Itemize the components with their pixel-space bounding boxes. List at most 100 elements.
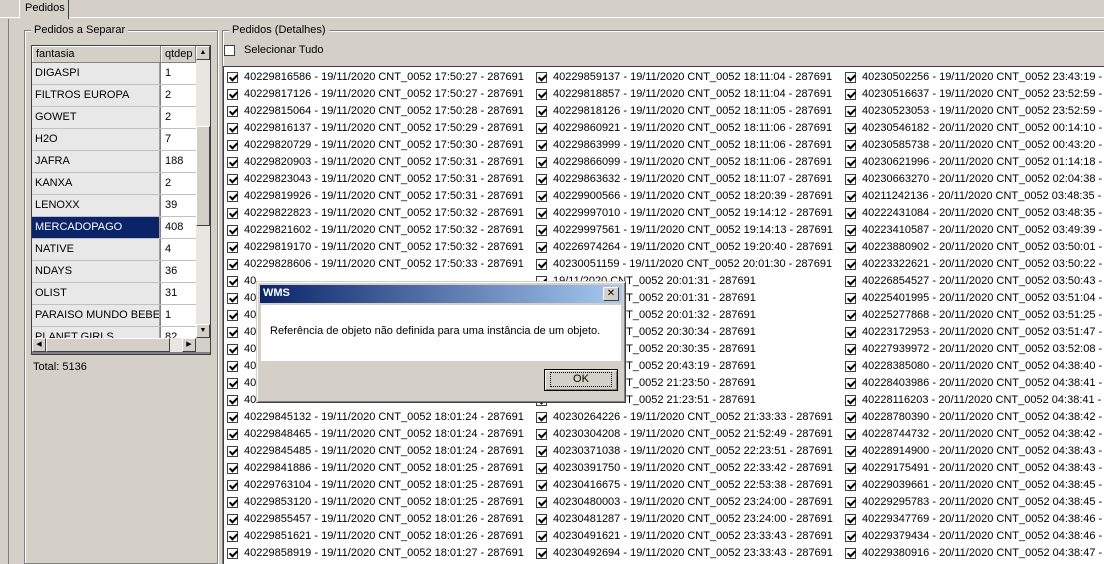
- checked-checkbox-icon[interactable]: [845, 276, 856, 287]
- checked-checkbox-icon[interactable]: [227, 72, 238, 83]
- checked-checkbox-icon[interactable]: [227, 140, 238, 151]
- horizontal-scrollbar[interactable]: ◀ ▶: [32, 338, 196, 352]
- checked-checkbox-icon[interactable]: [845, 259, 856, 270]
- cell-fantasia[interactable]: MERCADOPAGO: [32, 217, 160, 238]
- select-all-checkbox[interactable]: Selecionar Tudo: [224, 44, 324, 56]
- cell-qtd[interactable]: 4: [161, 239, 196, 260]
- cell-fantasia[interactable]: KANXA: [32, 173, 160, 194]
- checked-checkbox-icon[interactable]: [536, 140, 547, 151]
- checked-checkbox-icon[interactable]: [227, 497, 238, 508]
- tab-pedidos[interactable]: Pedidos: [19, 0, 69, 19]
- checked-checkbox-icon[interactable]: [227, 208, 238, 219]
- checked-checkbox-icon[interactable]: [227, 225, 238, 236]
- checked-checkbox-icon[interactable]: [536, 72, 547, 83]
- checked-checkbox-icon[interactable]: [536, 446, 547, 457]
- checked-checkbox-icon[interactable]: [227, 191, 238, 202]
- checked-checkbox-icon[interactable]: [227, 327, 238, 338]
- cell-fantasia[interactable]: H2O: [32, 129, 160, 150]
- checked-checkbox-icon[interactable]: [845, 208, 856, 219]
- cell-qtd[interactable]: 188: [161, 151, 196, 172]
- column-header-qtd[interactable]: qtdep: [161, 46, 196, 63]
- checked-checkbox-icon[interactable]: [227, 412, 238, 423]
- cell-qtd[interactable]: 31: [161, 283, 196, 304]
- checked-checkbox-icon[interactable]: [845, 106, 856, 117]
- checked-checkbox-icon[interactable]: [845, 310, 856, 321]
- cell-qtd[interactable]: 7: [161, 129, 196, 150]
- grid-row[interactable]: NATIVE 4: [32, 239, 196, 261]
- grid-row[interactable]: OLIST 31: [32, 283, 196, 305]
- grid-row[interactable]: NDAYS 36: [32, 261, 196, 283]
- cell-qtd[interactable]: 1: [161, 305, 196, 326]
- scroll-left-icon[interactable]: ◀: [32, 338, 46, 352]
- checked-checkbox-icon[interactable]: [227, 480, 238, 491]
- cell-fantasia[interactable]: NATIVE: [32, 239, 160, 260]
- checked-checkbox-icon[interactable]: [227, 89, 238, 100]
- cell-fantasia[interactable]: DIGASPI: [32, 63, 160, 84]
- checked-checkbox-icon[interactable]: [536, 174, 547, 185]
- checked-checkbox-icon[interactable]: [845, 497, 856, 508]
- close-icon[interactable]: ✕: [603, 287, 619, 301]
- checkbox-box[interactable]: [224, 44, 235, 56]
- ok-button[interactable]: OK: [544, 369, 618, 391]
- checked-checkbox-icon[interactable]: [536, 412, 547, 423]
- grid-row[interactable]: PARAISO MUNDO BEBE 1: [32, 305, 196, 327]
- cell-fantasia[interactable]: LENOXX: [32, 195, 160, 216]
- checked-checkbox-icon[interactable]: [536, 242, 547, 253]
- scroll-thumb[interactable]: [196, 126, 210, 226]
- checked-checkbox-icon[interactable]: [845, 72, 856, 83]
- checked-checkbox-icon[interactable]: [845, 242, 856, 253]
- cell-fantasia[interactable]: JAFRA: [32, 151, 160, 172]
- checked-checkbox-icon[interactable]: [845, 480, 856, 491]
- cell-fantasia[interactable]: GOWET: [32, 107, 160, 128]
- cell-qtd[interactable]: 39: [161, 195, 196, 216]
- grid-row[interactable]: GOWET 2: [32, 107, 196, 129]
- cell-qtd[interactable]: 36: [161, 261, 196, 282]
- checked-checkbox-icon[interactable]: [227, 361, 238, 372]
- cell-qtd[interactable]: 1: [161, 63, 196, 84]
- checked-checkbox-icon[interactable]: [227, 106, 238, 117]
- checked-checkbox-icon[interactable]: [227, 242, 238, 253]
- checked-checkbox-icon[interactable]: [845, 174, 856, 185]
- grid-row[interactable]: JAFRA 188: [32, 151, 196, 173]
- scroll-up-icon[interactable]: ▲: [196, 46, 210, 60]
- cell-qtd[interactable]: 2: [161, 107, 196, 128]
- grid-row[interactable]: FILTROS EUROPA 2: [32, 85, 196, 107]
- checked-checkbox-icon[interactable]: [845, 361, 856, 372]
- checked-checkbox-icon[interactable]: [536, 497, 547, 508]
- checked-checkbox-icon[interactable]: [845, 89, 856, 100]
- checked-checkbox-icon[interactable]: [845, 140, 856, 151]
- dialog-title-bar[interactable]: WMS ✕: [260, 285, 622, 303]
- checked-checkbox-icon[interactable]: [845, 123, 856, 134]
- checked-checkbox-icon[interactable]: [536, 531, 547, 542]
- checked-checkbox-icon[interactable]: [536, 548, 547, 559]
- cell-qtd[interactable]: 408: [161, 217, 196, 238]
- checked-checkbox-icon[interactable]: [227, 429, 238, 440]
- checked-checkbox-icon[interactable]: [536, 191, 547, 202]
- grid-row[interactable]: LENOXX 39: [32, 195, 196, 217]
- checked-checkbox-icon[interactable]: [227, 548, 238, 559]
- scroll-right-icon[interactable]: ▶: [182, 338, 196, 352]
- checked-checkbox-icon[interactable]: [845, 514, 856, 525]
- checked-checkbox-icon[interactable]: [227, 531, 238, 542]
- cell-qtd[interactable]: 2: [161, 173, 196, 194]
- checked-checkbox-icon[interactable]: [227, 514, 238, 525]
- cell-fantasia[interactable]: FILTROS EUROPA: [32, 85, 160, 106]
- checked-checkbox-icon[interactable]: [536, 463, 547, 474]
- checked-checkbox-icon[interactable]: [845, 327, 856, 338]
- checked-checkbox-icon[interactable]: [845, 191, 856, 202]
- checked-checkbox-icon[interactable]: [227, 395, 238, 406]
- checked-checkbox-icon[interactable]: [536, 225, 547, 236]
- horizontal-scroll-thumb[interactable]: [46, 338, 170, 352]
- checked-checkbox-icon[interactable]: [845, 531, 856, 542]
- checked-checkbox-icon[interactable]: [536, 123, 547, 134]
- checked-checkbox-icon[interactable]: [536, 157, 547, 168]
- checked-checkbox-icon[interactable]: [845, 463, 856, 474]
- checked-checkbox-icon[interactable]: [536, 480, 547, 491]
- checked-checkbox-icon[interactable]: [536, 514, 547, 525]
- checked-checkbox-icon[interactable]: [536, 429, 547, 440]
- checked-checkbox-icon[interactable]: [845, 225, 856, 236]
- checked-checkbox-icon[interactable]: [845, 548, 856, 559]
- checked-checkbox-icon[interactable]: [536, 106, 547, 117]
- checked-checkbox-icon[interactable]: [845, 446, 856, 457]
- checked-checkbox-icon[interactable]: [227, 310, 238, 321]
